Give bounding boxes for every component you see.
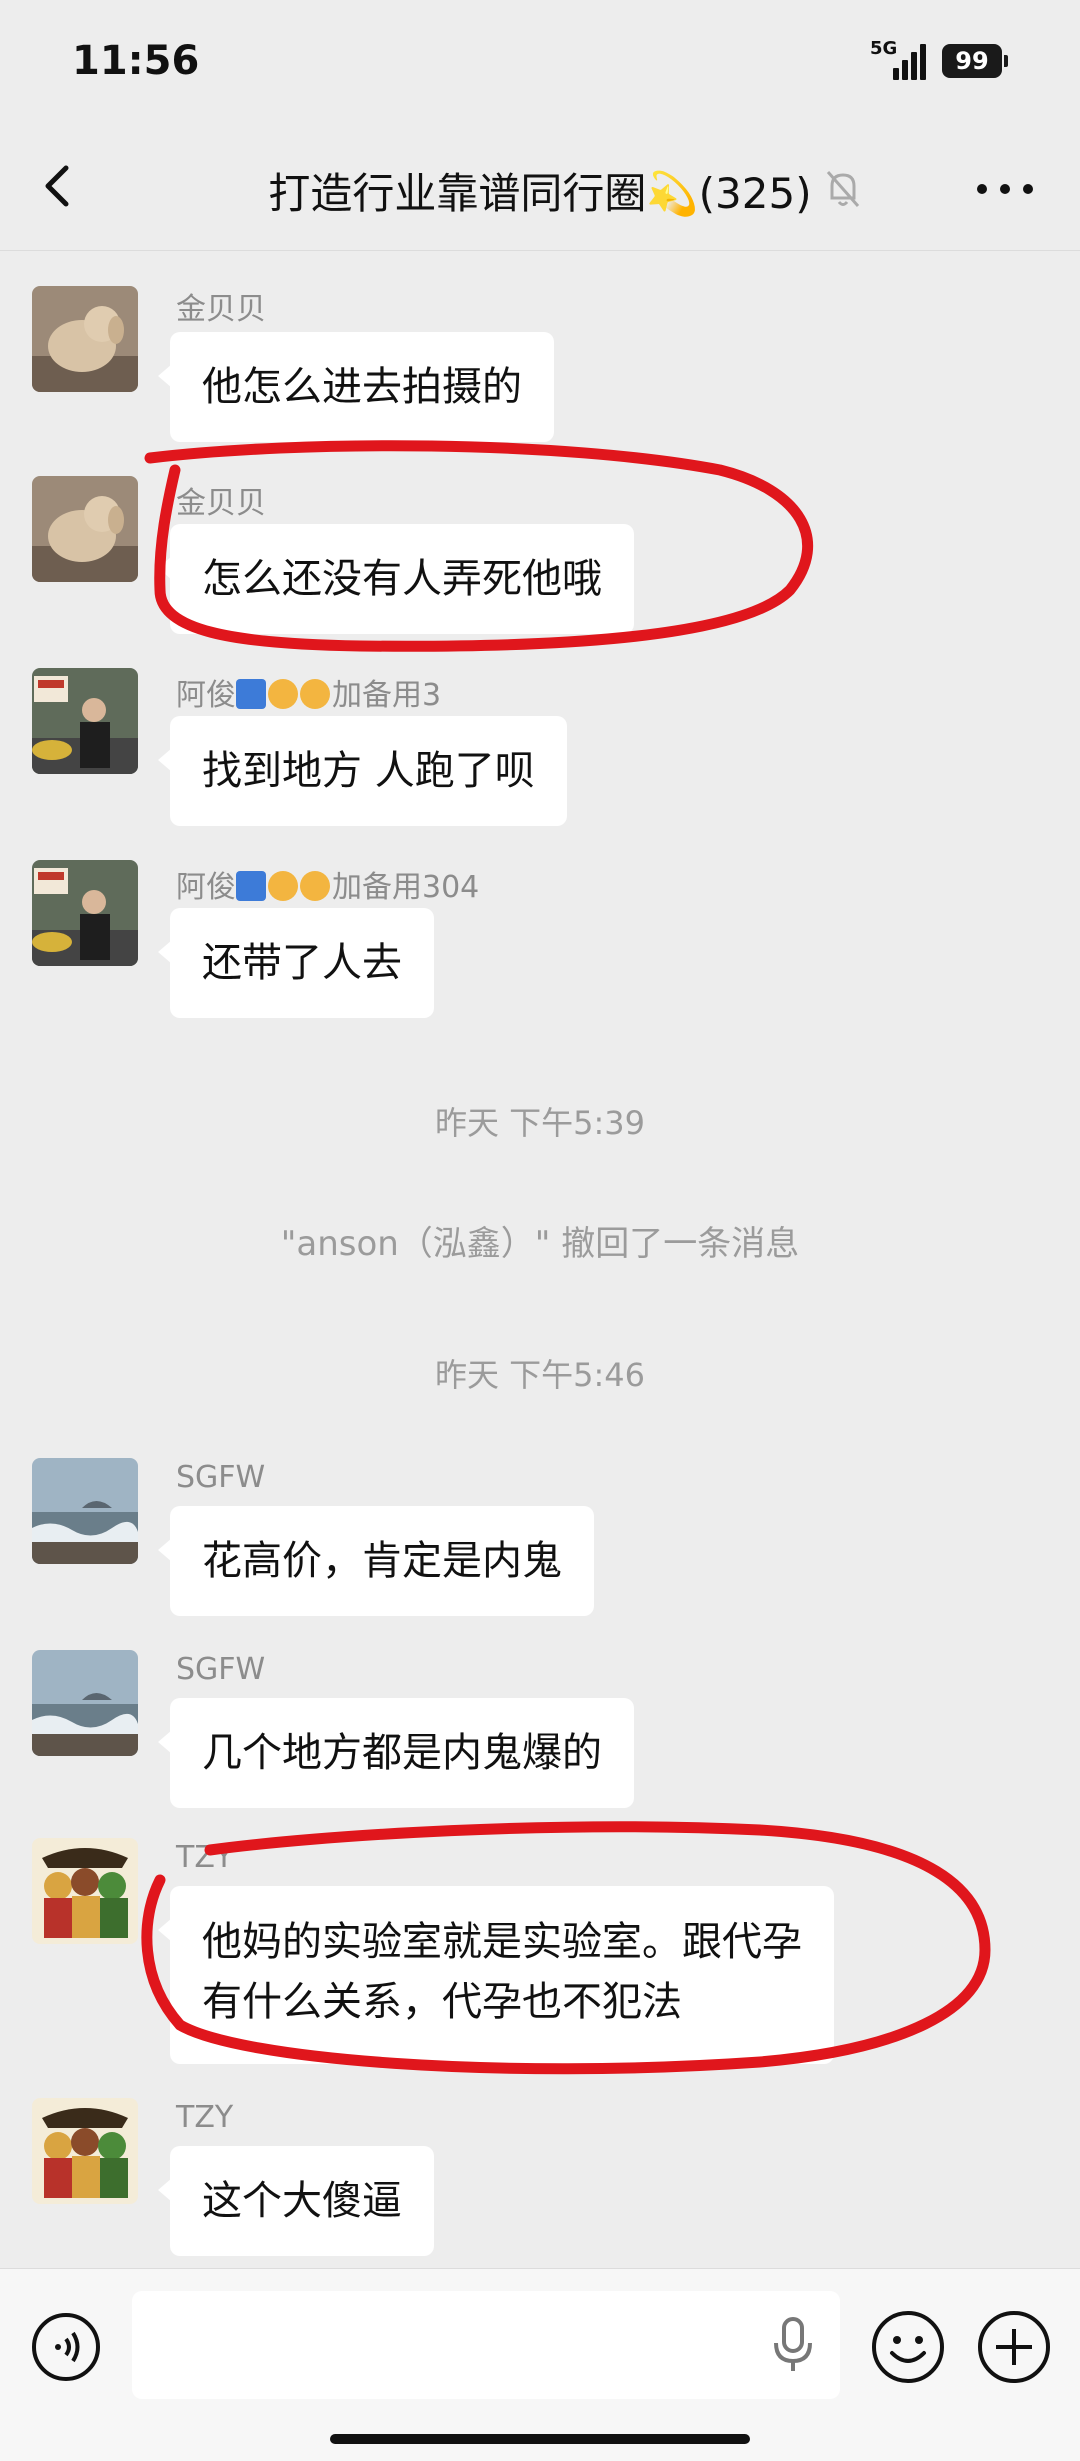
message-item: 金贝贝 怎么还没有人弄死他哦 [0, 472, 1080, 642]
message-bubble[interactable]: 几个地方都是内鬼爆的 [158, 1698, 634, 1808]
avatar[interactable] [32, 1838, 138, 1944]
message-line: 他妈的实验室就是实验室。跟代孕 [202, 1919, 802, 1965]
avatar[interactable] [32, 860, 138, 966]
chat-title: 打造行业靠谱同行圈💫(325) [268, 169, 812, 218]
message-bubble[interactable]: 找到地方 人跑了呗 [158, 716, 567, 826]
tie-icon [236, 871, 266, 901]
avatar[interactable] [32, 476, 138, 582]
sender-name: 阿俊 加备用304 [176, 862, 479, 906]
message-bubble[interactable]: 花高价，肯定是内鬼 [158, 1506, 594, 1616]
avatar[interactable] [32, 2098, 138, 2204]
battery-icon: 99 [942, 44, 1008, 78]
message-line: 有什么关系，代孕也不犯法 [202, 1979, 682, 2025]
message-bubble[interactable]: 还带了人去 [158, 908, 434, 1018]
emoji-icon[interactable] [870, 2309, 946, 2385]
message-input[interactable] [132, 2291, 840, 2399]
avatar[interactable] [32, 668, 138, 774]
mute-bell-icon [820, 166, 866, 212]
input-bar [0, 2268, 1080, 2461]
home-indicator[interactable] [330, 2434, 750, 2444]
message-bubble[interactable]: 这个大傻逼 [158, 2146, 434, 2256]
sender-name: SGFW [176, 1460, 266, 1495]
sender-name: 金贝贝 [176, 486, 266, 521]
boy-emoji-icon [268, 679, 298, 709]
voice-icon[interactable] [30, 2311, 102, 2383]
sender-name-text: 阿俊 [176, 678, 236, 713]
more-dots-icon[interactable] [970, 166, 1040, 212]
timestamp: 昨天 下午5:46 [434, 1356, 646, 1394]
message-item: 阿俊 加备用304 还带了人去 [0, 856, 1080, 1026]
sender-name: 阿俊 加备用3 [176, 670, 441, 714]
message-item: SGFW 花高价，肯定是内鬼 [0, 1454, 1080, 1624]
message-item: 金贝贝 他怎么进去拍摄的 [0, 282, 1080, 452]
sender-name: SGFW [176, 1652, 266, 1687]
message-item: TZY 这个大傻逼 [0, 2094, 1080, 2264]
status-time: 11:56 [72, 38, 200, 84]
message-bubble[interactable]: 怎么还没有人弄死他哦 [158, 524, 634, 634]
sender-name: TZY [176, 2100, 234, 2135]
message-item: TZY 他妈的实验室就是实验室。跟代孕 有什么关系，代孕也不犯法 [0, 1834, 1080, 2074]
message-item: 阿俊 加备用3 找到地方 人跑了呗 [0, 664, 1080, 834]
message-item: SGFW 几个地方都是内鬼爆的 [0, 1646, 1080, 1816]
girl-emoji-icon [300, 871, 330, 901]
sender-name: 金贝贝 [176, 292, 266, 327]
message-bubble[interactable]: 他妈的实验室就是实验室。跟代孕 有什么关系，代孕也不犯法 [158, 1886, 834, 2064]
status-bar: 11:56 5G 99 [0, 0, 1080, 130]
avatar[interactable] [32, 1458, 138, 1564]
tie-icon [236, 679, 266, 709]
mic-icon[interactable] [770, 2315, 816, 2375]
girl-emoji-icon [300, 679, 330, 709]
sender-name: TZY [176, 1840, 234, 1875]
signal-icon [893, 42, 931, 80]
sender-name-text: 阿俊 [176, 870, 236, 905]
boy-emoji-icon [268, 871, 298, 901]
sender-suffix: 加备用3 [332, 678, 442, 713]
sender-suffix: 加备用304 [332, 870, 480, 905]
plus-icon[interactable] [976, 2309, 1052, 2385]
message-bubble[interactable]: 他怎么进去拍摄的 [158, 332, 554, 442]
chat-header: 打造行业靠谱同行圈💫(325) [0, 130, 1080, 251]
timestamp: 昨天 下午5:39 [434, 1104, 646, 1142]
avatar[interactable] [32, 286, 138, 392]
recall-notice: "anson（泓鑫）" 撤回了一条消息 [280, 1224, 800, 1264]
avatar[interactable] [32, 1650, 138, 1756]
